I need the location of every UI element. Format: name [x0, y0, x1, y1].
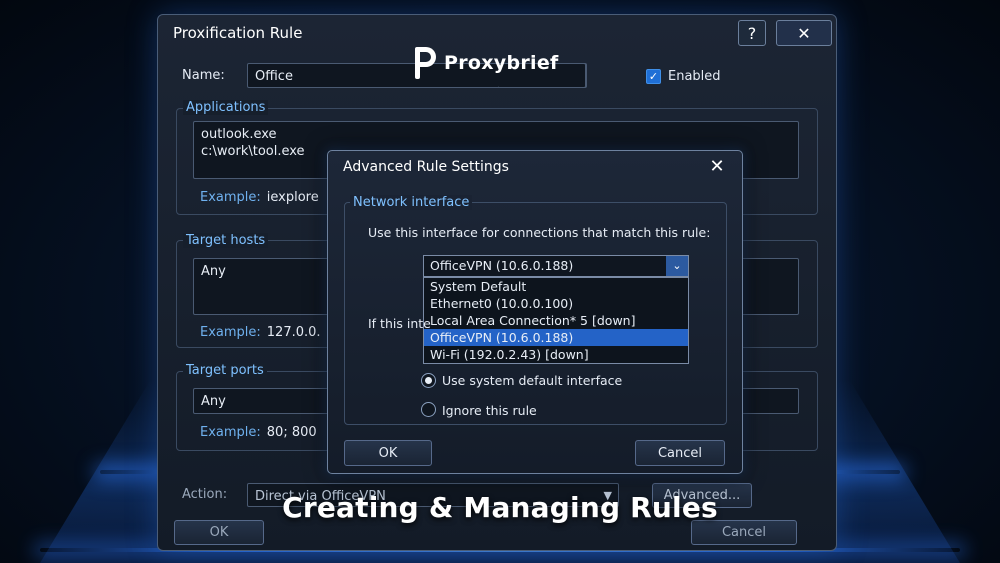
interface-option[interactable]: System Default: [424, 278, 688, 295]
applications-title: Applications: [183, 100, 269, 115]
dialog-close-button[interactable]: ✕: [706, 155, 728, 177]
dialog-ok-button[interactable]: OK: [344, 440, 432, 466]
logo-text: Proxybrief: [444, 52, 559, 74]
interface-option-selected[interactable]: OfficeVPN (10.6.0.188): [424, 329, 688, 346]
help-icon: ?: [747, 23, 757, 43]
help-button[interactable]: ?: [738, 20, 766, 46]
target-hosts-example: Example: 127.0.0.: [200, 325, 321, 340]
interface-option[interactable]: Local Area Connection* 5 [down]: [424, 312, 688, 329]
caption-text: Creating & Managing Rules: [282, 491, 718, 524]
target-hosts-title: Target hosts: [183, 233, 269, 248]
interface-option[interactable]: Ethernet0 (10.0.0.100): [424, 295, 688, 312]
advanced-rule-settings-dialog: Advanced Rule Settings ✕ Network interfa…: [327, 150, 743, 474]
window-title: Proxification Rule: [173, 24, 303, 42]
interface-option[interactable]: Wi-Fi (192.0.2.43) [down]: [424, 346, 688, 363]
network-interface-title: Network interface: [350, 195, 473, 210]
proxybrief-logo: Proxybrief: [412, 45, 559, 81]
interface-select[interactable]: OfficeVPN (10.6.0.188) ⌄: [423, 255, 689, 277]
close-icon: ✕: [797, 23, 811, 43]
chevron-down-icon[interactable]: ⌄: [666, 256, 688, 276]
application-line: outlook.exe: [201, 127, 277, 142]
target-hosts-value: Any: [201, 264, 226, 279]
applications-example: Example: iexplore: [200, 190, 319, 205]
close-icon: ✕: [709, 155, 725, 177]
example-value: iexplore: [266, 190, 319, 205]
example-label: Example:: [200, 190, 261, 205]
logo-icon: [412, 45, 438, 81]
name-input-value: Office: [255, 69, 293, 84]
dialog-title: Advanced Rule Settings: [343, 159, 509, 175]
check-icon: ✓: [648, 70, 659, 83]
example-value: 127.0.0.: [266, 325, 321, 340]
window-close-button[interactable]: ✕: [776, 20, 832, 46]
radio-system-default-label: Use system default interface: [442, 373, 623, 388]
example-value: 80; 800: [266, 425, 317, 440]
radio-ignore-rule[interactable]: [421, 402, 436, 417]
example-label: Example:: [200, 325, 261, 340]
target-ports-value: Any: [201, 394, 226, 409]
example-label: Example:: [200, 425, 261, 440]
interface-instruction: Use this interface for connections that …: [368, 225, 711, 240]
target-ports-title: Target ports: [183, 363, 267, 378]
radio-system-default[interactable]: [421, 373, 436, 388]
name-label: Name:: [182, 68, 225, 83]
radio-ignore-rule-label: Ignore this rule: [442, 403, 537, 418]
fallback-label: If this inte: [368, 316, 431, 331]
enabled-checkbox[interactable]: ✓: [646, 69, 661, 84]
target-ports-example: Example: 80; 800: [200, 425, 317, 440]
enabled-label: Enabled: [668, 69, 721, 84]
interface-options-list: System Default Ethernet0 (10.0.0.100) Lo…: [423, 277, 689, 364]
dialog-cancel-button[interactable]: Cancel: [635, 440, 725, 466]
interface-selected-value: OfficeVPN (10.6.0.188): [430, 258, 574, 273]
